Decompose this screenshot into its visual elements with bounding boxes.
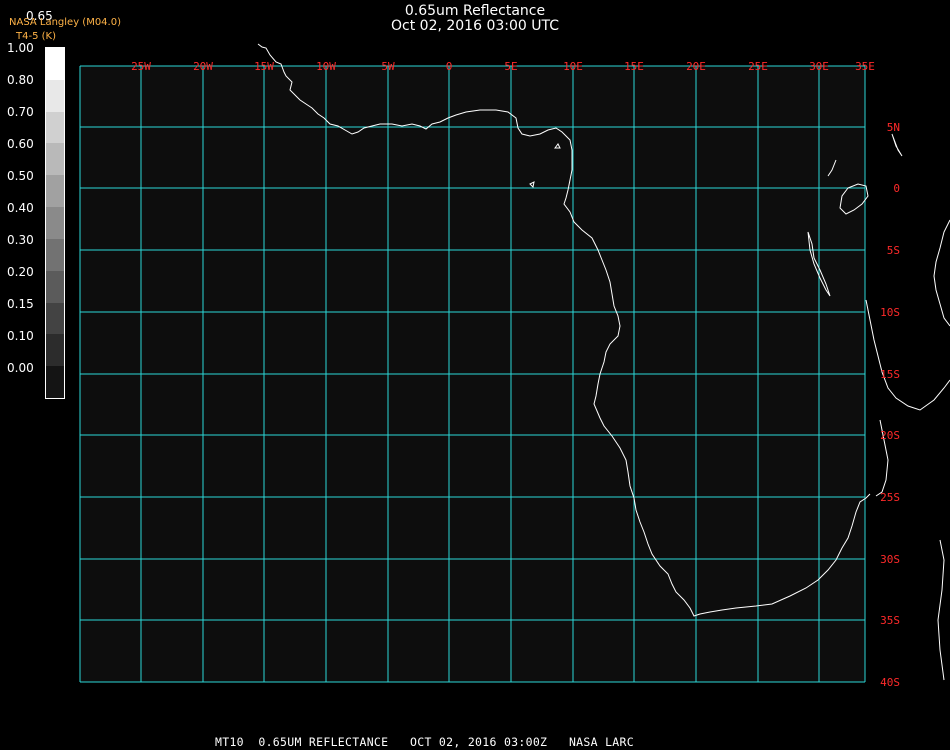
lake-natron-edge xyxy=(891,133,903,157)
coastline-mozambique xyxy=(865,299,950,411)
longitude-label: 20W xyxy=(193,60,213,73)
longitude-label: 5W xyxy=(381,60,395,73)
longitude-label: 10W xyxy=(316,60,336,73)
latitude-labels: 5N 0 5S 10S 15S 20S 25S 30S 35S 40S xyxy=(880,121,900,689)
longitude-label: 35E xyxy=(855,60,875,73)
latitude-label: 25S xyxy=(880,491,900,504)
latitude-label: 30S xyxy=(880,553,900,566)
longitude-label: 15E xyxy=(624,60,644,73)
longitude-label: 15W xyxy=(254,60,274,73)
madagascar-edge xyxy=(937,539,945,681)
longitude-label: 25E xyxy=(748,60,768,73)
latitude-label: 40S xyxy=(880,676,900,689)
latitude-label: 10S xyxy=(880,306,900,319)
map-canvas: 5N 0 5S 10S 15S 20S 25S 30S 35S 40S 25W 20W 15W 10W 5… xyxy=(79,43,950,689)
longitude-label: 25W xyxy=(131,60,151,73)
longitude-label: 5E xyxy=(504,60,517,73)
latitude-label: 35S xyxy=(880,614,900,627)
latitude-label: 15S xyxy=(880,368,900,381)
longitude-label: 20E xyxy=(686,60,706,73)
coastline-east-africa xyxy=(933,219,950,327)
longitude-label: 30E xyxy=(809,60,829,73)
longitude-label: 10E xyxy=(563,60,583,73)
latitude-label: 5N xyxy=(887,121,900,134)
latitude-label: 5S xyxy=(887,244,900,257)
footer-caption: MT10 0.65UM REFLECTANCE OCT 02, 2016 03:… xyxy=(215,735,634,749)
latitude-label: 0 xyxy=(893,182,900,195)
longitude-label: 0 xyxy=(446,60,453,73)
latitude-label: 20S xyxy=(880,429,900,442)
